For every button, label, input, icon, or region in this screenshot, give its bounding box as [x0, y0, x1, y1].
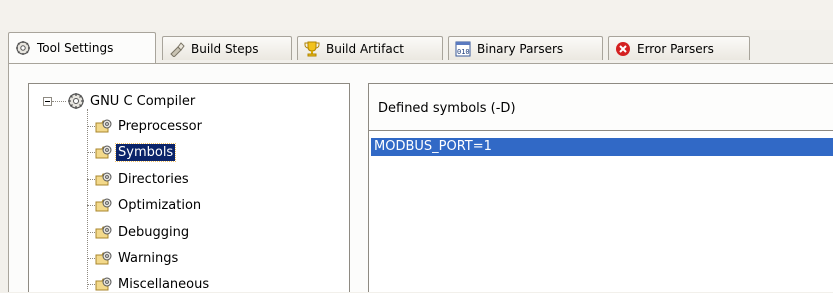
binary-parsers-icon: 010 — [455, 41, 471, 56]
folder-gear-icon — [95, 225, 112, 239]
folder-gear-icon — [95, 277, 112, 291]
tab-binary-parsers[interactable]: 010 Binary Parsers — [448, 36, 603, 60]
tree-item-label: Directories — [118, 171, 189, 187]
compiler-gear-icon — [68, 93, 84, 109]
tree-item-label: Warnings — [118, 250, 179, 266]
tree-item-label: Debugging — [118, 224, 190, 240]
tab-build-artifact[interactable]: Build Artifact — [297, 36, 443, 60]
tree-connector-root — [52, 101, 66, 102]
tree-item-debugging[interactable]: Debugging — [95, 223, 191, 241]
tab-build-steps[interactable]: Build Steps — [162, 36, 292, 60]
tab-binary-parsers-label: Binary Parsers — [477, 41, 564, 56]
tab-build-artifact-label: Build Artifact — [326, 41, 404, 56]
tree-root-gnu-c-compiler[interactable]: GNU C Compiler — [67, 92, 197, 110]
tree-item-miscellaneous[interactable]: Miscellaneous — [95, 275, 211, 293]
folder-gear-icon — [95, 251, 112, 265]
tab-error-parsers-label: Error Parsers — [637, 41, 714, 56]
tab-tool-settings-label: Tool Settings — [37, 41, 114, 55]
tree-item-optimization[interactable]: Optimization — [95, 196, 203, 214]
tree-item-symbols[interactable]: Symbols — [95, 142, 177, 162]
folder-gear-icon — [95, 119, 112, 133]
tree-item-label: Miscellaneous — [118, 276, 210, 292]
tree-item-label: Symbols — [114, 142, 177, 162]
folder-gear-icon — [95, 145, 112, 159]
folder-gear-icon — [95, 172, 112, 186]
tree-item-preprocessor[interactable]: Preprocessor — [95, 117, 204, 135]
tab-tool-settings[interactable]: Tool Settings — [8, 32, 156, 63]
tree-item-warnings[interactable]: Warnings — [95, 249, 180, 267]
tree-connector-vertical — [87, 109, 88, 289]
collapse-toggle[interactable] — [43, 97, 52, 106]
symbols-list-header: Defined symbols (-D) — [369, 84, 833, 131]
tab-error-parsers[interactable]: Error Parsers — [608, 36, 750, 60]
build-artifact-trophy-icon — [304, 41, 320, 56]
symbol-list-item-selected[interactable]: MODBUS_PORT=1 — [371, 138, 833, 156]
tool-tree: GNU C Compiler Preprocessor Symbols Dire… — [28, 83, 350, 292]
tree-item-label: Preprocessor — [118, 118, 202, 134]
build-steps-icon — [170, 41, 185, 57]
window-top-bar — [0, 0, 833, 30]
tree-item-directories[interactable]: Directories — [95, 170, 191, 188]
folder-gear-icon — [95, 198, 112, 212]
tree-item-label: Optimization — [118, 197, 202, 213]
defined-symbols-panel: Defined symbols (-D) MODBUS_PORT=1 — [368, 83, 833, 292]
symbols-list-title: Defined symbols (-D) — [378, 101, 516, 116]
tree-root-label: GNU C Compiler — [90, 93, 196, 109]
error-parsers-icon — [616, 41, 630, 56]
tab-build-steps-label: Build Steps — [191, 41, 259, 56]
tool-settings-gear-icon — [16, 41, 30, 55]
svg-text:010: 010 — [457, 48, 470, 56]
